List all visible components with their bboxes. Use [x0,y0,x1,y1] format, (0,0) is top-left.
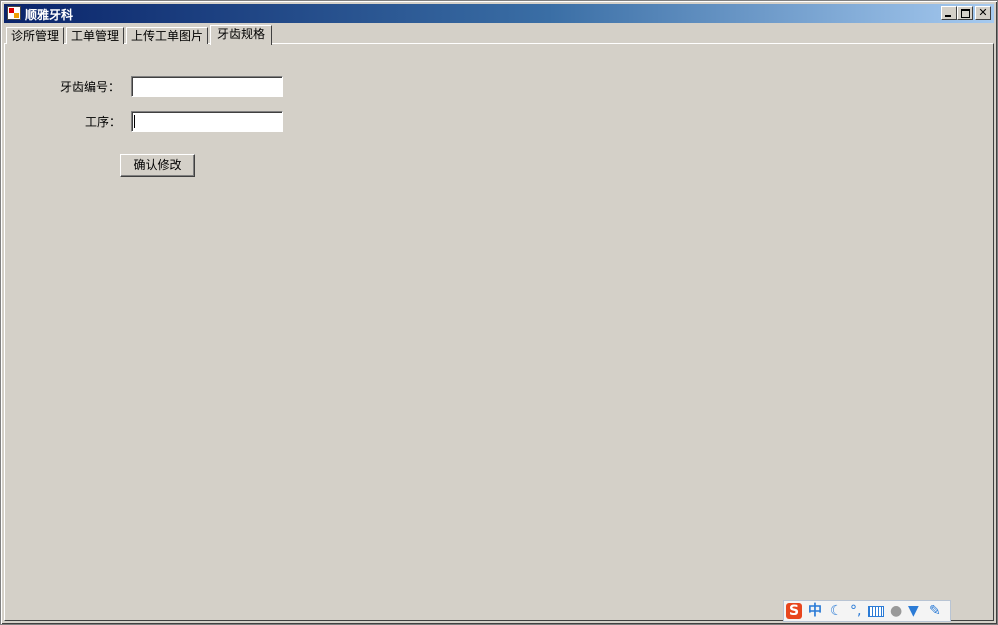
confirm-modify-button[interactable]: 确认修改 [120,154,195,177]
minimize-icon [945,15,951,17]
tab-work-order-management[interactable]: 工单管理 [66,27,124,44]
tooth-number-label: 牙齿编号： [60,80,121,94]
moon-icon[interactable]: ☾ [830,603,843,619]
text-caret [134,115,135,128]
tab-panel-tooth-spec: 牙齿编号： 工序： 确认修改 [4,43,994,621]
user-icon[interactable]: ● [890,603,902,619]
close-icon: ✕ [978,6,988,19]
maximize-icon [961,9,970,18]
ime-toolbar: S 中 ☾ °, ● ▼ ✎ [783,600,951,622]
process-label: 工序： [85,115,122,129]
settings-wrench-icon[interactable]: ✎ [929,603,941,619]
keyboard-icon[interactable] [868,606,884,617]
skin-icon[interactable]: ▼ [908,603,919,619]
app-window: 顺雅牙科 ✕ 牙齿编号： 工序： 确认修改 诊所管理 工单管理 上传工单图片 牙… [0,0,998,625]
minimize-button[interactable] [941,6,957,20]
close-button[interactable]: ✕ [975,6,991,20]
process-input[interactable] [131,111,283,132]
tab-clinic-management[interactable]: 诊所管理 [6,27,64,44]
sogou-logo-icon[interactable]: S [786,603,802,619]
punctuation-icon[interactable]: °, [850,603,861,619]
tab-tooth-spec[interactable]: 牙齿规格 [210,25,272,45]
tooth-number-input[interactable] [131,76,283,97]
app-icon[interactable] [7,6,21,20]
tab-upload-work-order-images[interactable]: 上传工单图片 [126,27,208,44]
chinese-mode-icon[interactable]: 中 [808,603,822,619]
title-bar[interactable]: 顺雅牙科 ✕ [4,4,994,23]
window-title: 顺雅牙科 [25,8,74,22]
maximize-button[interactable] [957,6,973,20]
